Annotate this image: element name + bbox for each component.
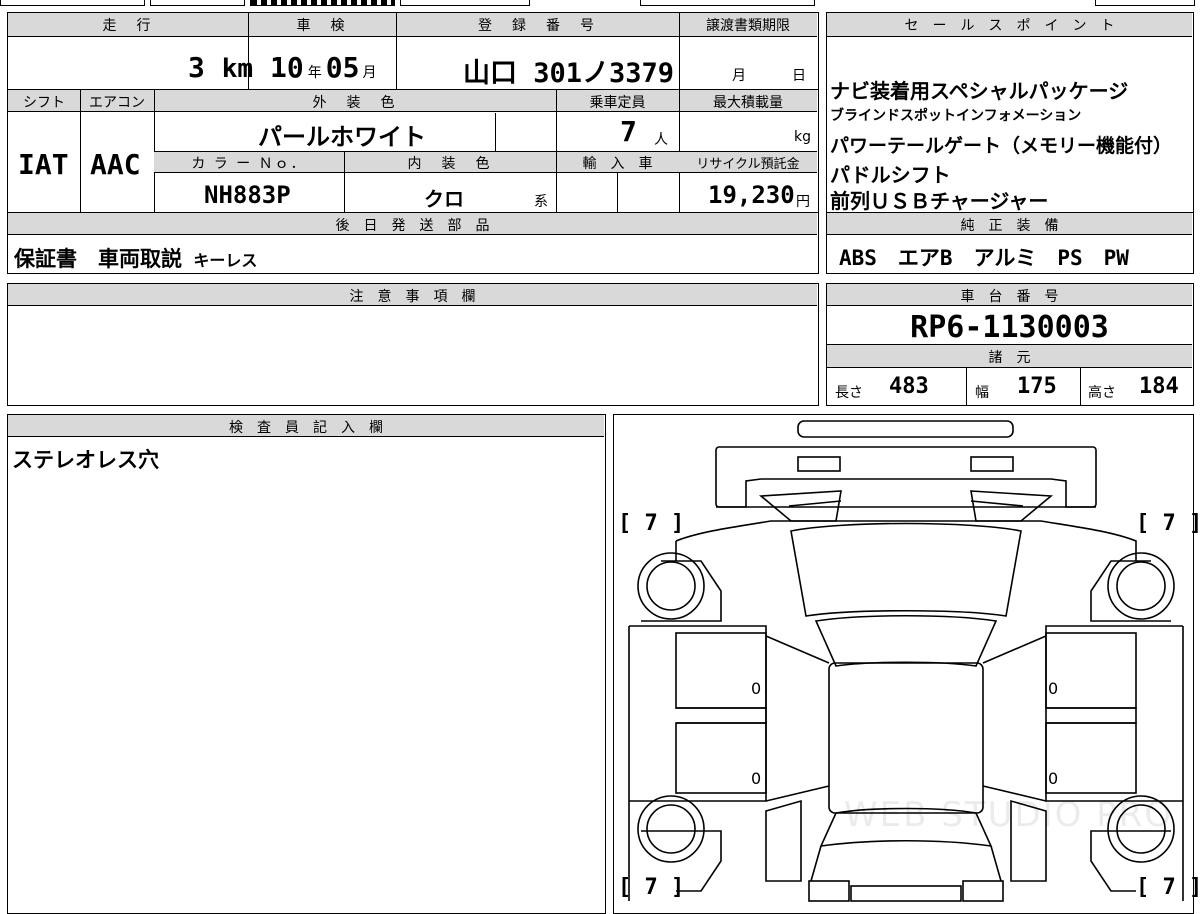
sales-point-1: ナビ装着用スペシャルパッケージ — [830, 79, 1129, 103]
notes-box: 注 意 事 項 欄 — [7, 283, 819, 406]
aircon-value: AAC — [90, 148, 141, 181]
inspector-header: 検 査 員 記 入 欄 — [229, 420, 383, 436]
inspection-month: 05 — [325, 51, 360, 84]
registration-value: 山口 301ノ3379 — [463, 58, 675, 89]
max-load-header: 最大積載量 — [713, 95, 783, 111]
capacity-header: 乗車定員 — [589, 95, 646, 111]
tread-rear-right: [ 7 ] — [1136, 875, 1200, 900]
car-diagram-box: [ 7 ] [ 7 ] [ 7 ] [ 7 ] 0 0 0 0 WEB STUD… — [613, 414, 1200, 914]
color-no-value: NH883P — [204, 181, 291, 209]
aircon-header: エアコン — [89, 95, 145, 111]
front-right-wheel-shape — [1107, 552, 1175, 620]
later-parts-header: 後 日 発 送 部 品 — [335, 218, 490, 234]
deadline-day: 日 — [792, 68, 806, 84]
door-mark-right-rear: 0 — [1048, 769, 1059, 788]
vehicle-info-table: 走 行 車 検 登 録 番 号 譲渡書類期限 3 km 10 年 05 月 山口 30… — [7, 12, 819, 274]
recycle-value: 19,230 — [708, 181, 795, 209]
chassis-box: 車 台 番 号 RP6-1130003 諸 元 長さ 483 幅 175 高さ … — [826, 283, 1194, 406]
inspector-box: 検 査 員 記 入 欄 ステレオレス穴 — [7, 414, 606, 914]
interior-color-value: クロ — [424, 187, 464, 211]
door-mark-right-front: 0 — [1048, 679, 1059, 698]
tread-front-right: [ 7 ] — [1136, 511, 1200, 536]
door-mark-left-front: 0 — [751, 679, 762, 698]
color-no-header: カ ラ ー Ｎｏ． — [191, 156, 307, 172]
length-label: 長さ — [835, 385, 863, 401]
sales-point-5: 前列ＵＳＢチャージャー — [830, 189, 1049, 213]
year-unit: 年 — [307, 65, 322, 81]
later-parts-value: 保証書 車両取説 キーレス — [14, 243, 257, 273]
exterior-color-header: 外 装 色 — [312, 95, 398, 111]
tread-rear-left: [ 7 ] — [618, 875, 685, 900]
chassis-value: RP6-1130003 — [910, 310, 1109, 345]
sales-points-header: セ ー ル ス ポ イ ン ト — [904, 18, 1115, 34]
front-bumper-shape — [797, 420, 1014, 438]
door-mark-left-rear: 0 — [751, 769, 762, 788]
mileage-number: 3 — [188, 51, 205, 84]
mileage-header: 走 行 — [102, 18, 154, 34]
import-header: 輸 入 車 — [582, 156, 653, 172]
width-label: 幅 — [975, 385, 989, 401]
registration-header: 登 録 番 号 — [478, 18, 597, 34]
inspection-year: 10 — [270, 51, 304, 84]
hood-outer-shape — [715, 446, 1097, 508]
standard-equipment-header: 純 正 装 備 — [960, 218, 1059, 234]
recycle-header: リサイクル預託金 — [696, 157, 800, 172]
notes-header: 注 意 事 項 欄 — [349, 289, 476, 305]
mileage-unit: km — [221, 54, 254, 84]
inspection-header: 車 検 — [296, 18, 348, 34]
tread-front-left: [ 7 ] — [618, 511, 685, 536]
exterior-color-value: パールホワイト — [258, 123, 426, 151]
later-parts-text: 保証書 車両取説 — [14, 247, 182, 271]
length-value: 483 — [889, 374, 929, 399]
front-left-wheel-shape — [637, 552, 705, 620]
standard-equipment-value: ABS エアB アルミ PS PW — [839, 246, 1129, 270]
inspector-value: ステレオレス穴 — [12, 448, 159, 472]
deadline-header: 譲渡書類期限 — [706, 18, 790, 34]
deadline-month: 月 — [732, 68, 746, 84]
month-unit: 月 — [362, 65, 377, 81]
rear-left-wheel-shape — [637, 795, 705, 863]
specs-header: 諸 元 — [988, 350, 1031, 366]
inspection-date: 10 年 05 月 — [270, 51, 376, 84]
recycle-unit: 円 — [796, 194, 810, 210]
interior-suffix: 系 — [534, 194, 548, 210]
roof-shape — [828, 662, 984, 814]
max-load-unit: kg — [794, 129, 811, 145]
chassis-header: 車 台 番 号 — [960, 289, 1059, 305]
shift-header: シフト — [23, 95, 65, 111]
sales-points-box: セ ー ル ス ポ イ ン ト ナビ装着用スペシャルパッケージ ブラインドスポッ… — [826, 12, 1194, 274]
capacity-unit: 人 — [654, 132, 668, 148]
height-value: 184 — [1139, 374, 1179, 399]
width-value: 175 — [1017, 374, 1057, 399]
later-parts-keyless: キーレス — [193, 251, 258, 270]
height-label: 高さ — [1088, 385, 1116, 401]
top-remnant — [0, 0, 1200, 8]
shift-value: IAT — [18, 148, 69, 181]
sales-point-4: パドルシフト — [830, 163, 951, 187]
mileage-value: 3 km — [188, 51, 253, 84]
sales-point-2: ブラインドスポットインフォメーション — [830, 108, 1082, 124]
right-rear-door-shape — [1045, 722, 1137, 794]
sales-point-3: パワーテールゲート（メモリー機能付） — [830, 135, 1173, 157]
capacity-value: 7 — [620, 115, 637, 148]
interior-color-header: 内 装 色 — [407, 156, 493, 172]
watermark: WEB STUDIO PRO — [844, 795, 1174, 835]
right-front-door-shape — [1045, 632, 1137, 709]
